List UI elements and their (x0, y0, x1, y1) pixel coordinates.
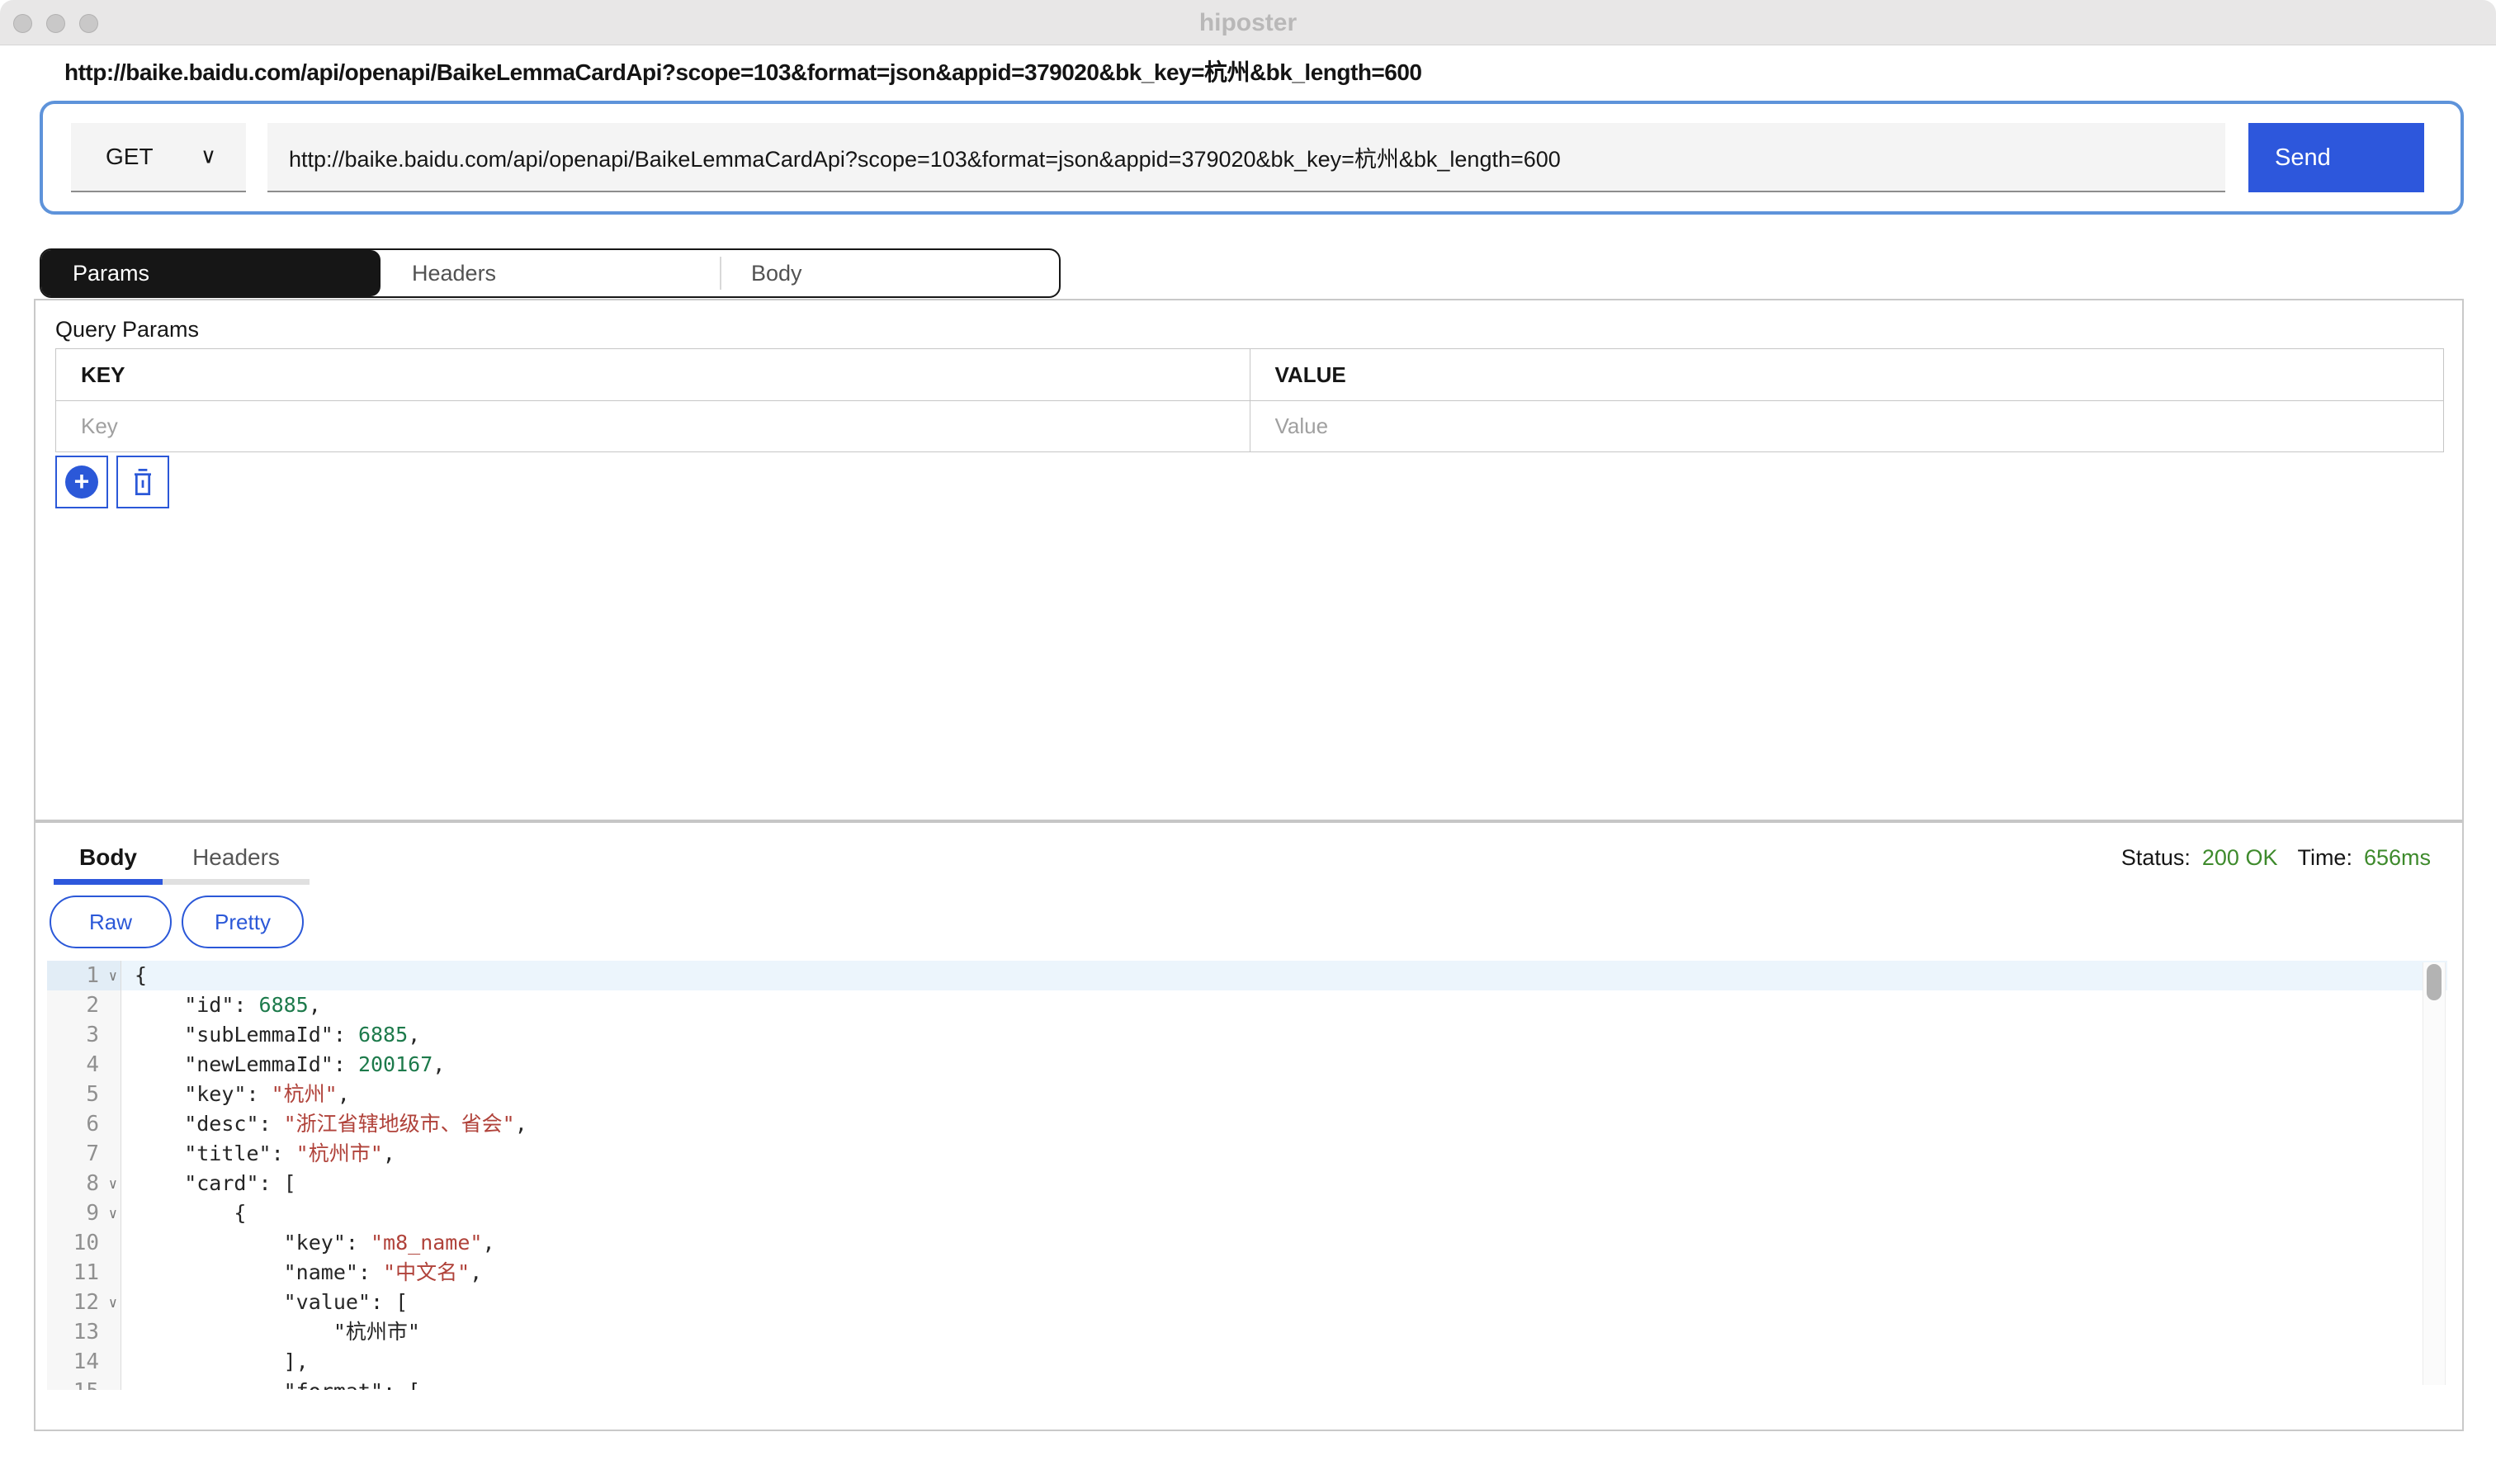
column-header-key: KEY (56, 349, 1250, 400)
response-view-buttons: Raw Pretty (50, 896, 304, 948)
query-params-table: KEY VALUE (55, 348, 2444, 452)
time-label: Time: (2297, 845, 2352, 871)
fold-arrow-icon[interactable]: ∨ (109, 1170, 117, 1199)
response-tab-body[interactable]: Body (54, 835, 163, 885)
code-text: "id": 6885, (121, 990, 2447, 1020)
method-select-value: GET (106, 144, 154, 170)
tab-params[interactable]: Params (41, 250, 381, 296)
status-value: 200 OK (2202, 845, 2278, 871)
request-tabs: Params Headers Body (40, 248, 1061, 298)
response-tab-headers-label: Headers (192, 844, 280, 871)
fold-arrow-icon[interactable]: ∨ (109, 1288, 117, 1318)
response-tabs: Body Headers (54, 835, 310, 885)
line-number: 5 (47, 1080, 121, 1109)
code-text: "title": "杭州市", (121, 1139, 2447, 1169)
query-params-title: Query Params (55, 317, 199, 343)
code-text: { (121, 1198, 2447, 1228)
code-line: 11 "name": "中文名", (47, 1258, 2447, 1288)
param-actions: + (55, 456, 169, 508)
code-text: { (121, 961, 2447, 990)
code-line: 3 "subLemmaId": 6885, (47, 1020, 2447, 1050)
code-line: 12∨ "value": [ (47, 1288, 2447, 1317)
response-code[interactable]: 1∨{2 "id": 6885,3 "subLemmaId": 6885,4 "… (47, 961, 2447, 1390)
tab-headers[interactable]: Headers (381, 250, 720, 296)
status-label: Status: (2121, 845, 2191, 871)
code-line: 4 "newLemmaId": 200167, (47, 1050, 2447, 1080)
code-text: "format": [ (121, 1377, 2447, 1390)
time-value: 656ms (2364, 845, 2431, 871)
line-number: 1∨ (47, 961, 121, 990)
panel-divider (35, 820, 2462, 823)
query-params-input-row (56, 400, 2443, 451)
line-number: 2 (47, 990, 121, 1020)
code-text: "value": [ (121, 1288, 2447, 1317)
code-text: "杭州市" (121, 1317, 2447, 1347)
code-line: 6 "desc": "浙江省辖地级市、省会", (47, 1109, 2447, 1139)
add-param-button[interactable]: + (55, 456, 108, 508)
code-text: "subLemmaId": 6885, (121, 1020, 2447, 1050)
code-line: 15 "format": [ (47, 1377, 2447, 1390)
code-line: 14 ], (47, 1347, 2447, 1377)
line-number: 15 (47, 1377, 121, 1390)
code-text: "newLemmaId": 200167, (121, 1050, 2447, 1080)
code-line: 13 "杭州市" (47, 1317, 2447, 1347)
line-number: 3 (47, 1020, 121, 1050)
tab-headers-label: Headers (412, 261, 496, 286)
chevron-down-icon: ∨ (201, 143, 216, 168)
raw-button[interactable]: Raw (50, 896, 172, 948)
tab-body[interactable]: Body (720, 250, 1059, 296)
code-text: "card": [ (121, 1169, 2447, 1198)
key-cell (56, 401, 1250, 451)
url-input[interactable] (267, 123, 2225, 192)
code-text: "name": "中文名", (121, 1258, 2447, 1288)
code-scrollbar[interactable] (2423, 962, 2446, 1385)
line-number: 9∨ (47, 1198, 121, 1228)
fold-arrow-icon[interactable]: ∨ (109, 1199, 117, 1229)
code-line: 10 "key": "m8_name", (47, 1228, 2447, 1258)
code-line: 1∨{ (47, 961, 2447, 990)
line-number: 13 (47, 1317, 121, 1347)
code-text: "key": "m8_name", (121, 1228, 2447, 1258)
pretty-button[interactable]: Pretty (182, 896, 304, 948)
plus-icon: + (65, 466, 98, 499)
tab-body-label: Body (751, 261, 802, 286)
column-header-value: VALUE (1250, 349, 2444, 400)
code-line: 2 "id": 6885, (47, 990, 2447, 1020)
window-title: hiposter (0, 0, 2496, 45)
method-select[interactable]: GET ∨ (71, 123, 246, 192)
code-text: ], (121, 1347, 2447, 1377)
line-number: 7 (47, 1139, 121, 1169)
line-number: 4 (47, 1050, 121, 1080)
main-panel: Query Params KEY VALUE + (34, 299, 2464, 1431)
request-url-heading: http://baike.baidu.com/api/openapi/Baike… (64, 54, 2458, 87)
code-text: "desc": "浙江省辖地级市、省会", (121, 1109, 2447, 1139)
line-number: 11 (47, 1258, 121, 1288)
value-cell (1250, 401, 2444, 451)
param-value-input[interactable] (1275, 414, 2385, 439)
code-line: 9∨ { (47, 1198, 2447, 1228)
param-key-input[interactable] (81, 414, 1191, 439)
scrollbar-thumb[interactable] (2427, 964, 2442, 1000)
code-line: 7 "title": "杭州市", (47, 1139, 2447, 1169)
tab-params-label: Params (73, 261, 149, 286)
trash-icon (127, 466, 158, 499)
line-number: 6 (47, 1109, 121, 1139)
code-line: 5 "key": "杭州", (47, 1080, 2447, 1109)
send-button[interactable]: Send (2248, 123, 2424, 192)
code-text: "key": "杭州", (121, 1080, 2447, 1109)
line-number: 14 (47, 1347, 121, 1377)
line-number: 12∨ (47, 1288, 121, 1317)
line-number: 8∨ (47, 1169, 121, 1198)
delete-param-button[interactable] (116, 456, 169, 508)
code-line: 8∨ "card": [ (47, 1169, 2447, 1198)
line-number: 10 (47, 1228, 121, 1258)
response-status-line: Status: 200 OK Time: 656ms (2121, 845, 2431, 871)
window-titlebar: hiposter (0, 0, 2496, 45)
response-tab-headers[interactable]: Headers (163, 835, 310, 885)
response-tab-body-label: Body (79, 844, 137, 871)
request-bar: GET ∨ Send (40, 101, 2464, 215)
fold-arrow-icon[interactable]: ∨ (109, 962, 117, 991)
query-params-header-row: KEY VALUE (56, 349, 2443, 400)
